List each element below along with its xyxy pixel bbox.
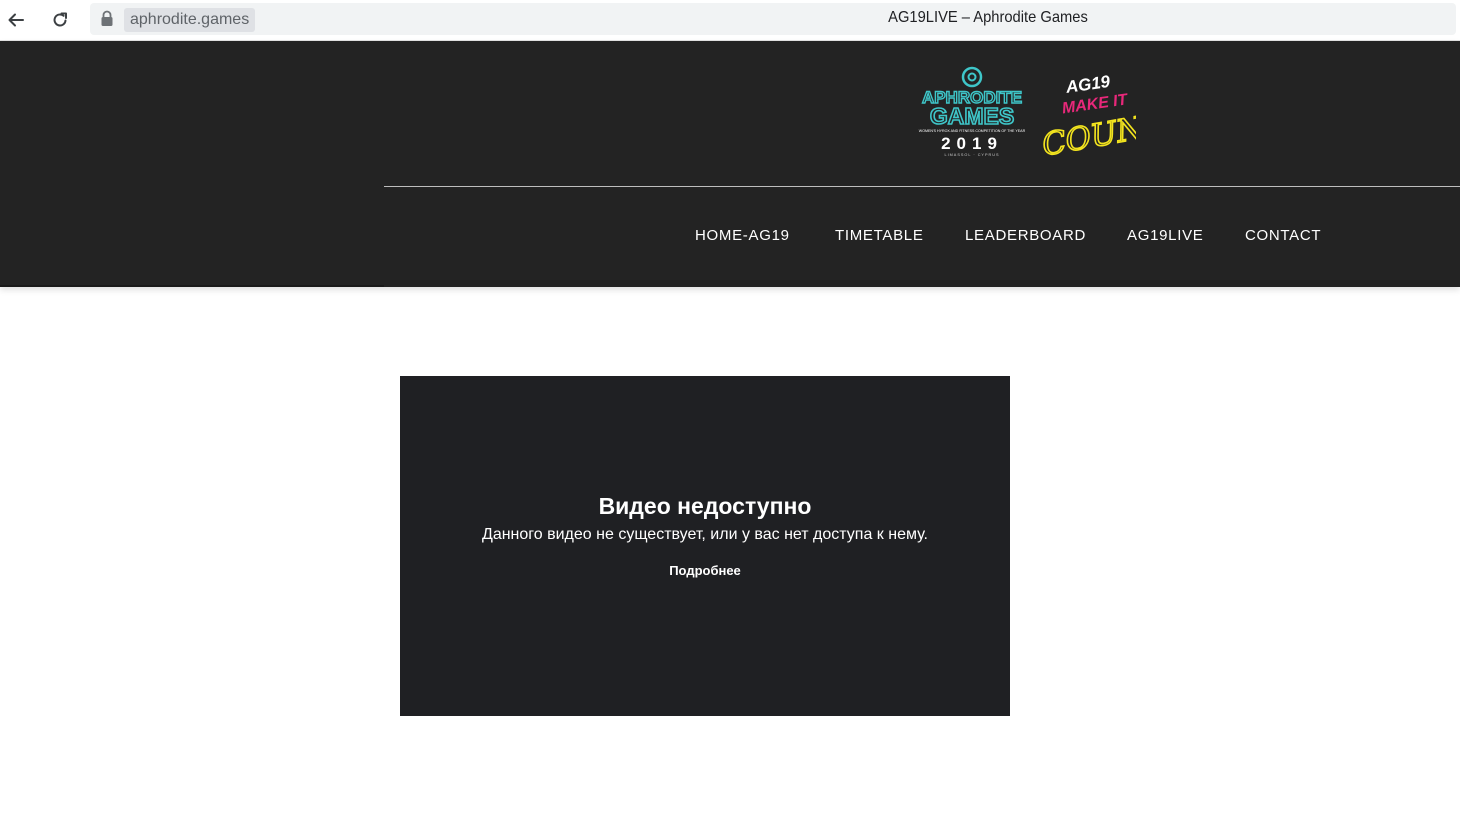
video-unavailable-message: Данного видео не существует, или у вас н…: [481, 526, 928, 543]
arrow-left-icon: [8, 13, 24, 27]
reload-icon: [53, 12, 67, 27]
logo-tagline: WOMEN'S HYROX AND FITNESS COMPETITION OF…: [919, 129, 1026, 133]
video-unavailable-title: Видео недоступно: [598, 493, 812, 519]
menu-home[interactable]: HOME-AG19: [695, 227, 790, 244]
slogan-line2: COUNT: [1040, 106, 1136, 161]
learn-more-link[interactable]: Подробнее: [400, 563, 1010, 578]
menu-contact[interactable]: CONTACT: [1245, 227, 1321, 244]
aphrodite-games-logo[interactable]: APHRODITE GAMES WOMEN'S HYROX AND FITNES…: [910, 65, 1034, 159]
tab-title: AG19LIVE – Aphrodite Games: [888, 9, 1088, 26]
video-embed[interactable]: Видео недоступно Данного видео не сущест…: [400, 376, 1010, 716]
header-edge: [0, 285, 384, 287]
reload-button[interactable]: [46, 6, 74, 34]
header-divider: [384, 186, 1460, 187]
make-it-count-logo[interactable]: AG19 MAKE IT COUNT: [1040, 69, 1136, 161]
back-button[interactable]: [2, 6, 30, 34]
browser-toolbar: aphrodite.games AG19LIVE – Aphrodite Gam…: [0, 0, 1460, 41]
slogan-tag: AG19: [1064, 72, 1112, 97]
logo-location: LIMASSOL · CYPRUS: [944, 153, 999, 157]
site-header: APHRODITE GAMES WOMEN'S HYROX AND FITNES…: [0, 41, 1460, 287]
menu-leaderboard[interactable]: LEADERBOARD: [965, 227, 1086, 244]
logo-year: 2019: [941, 134, 1003, 153]
menu-timetable[interactable]: TIMETABLE: [835, 227, 924, 244]
menu-ag19live[interactable]: AG19LIVE: [1127, 227, 1203, 244]
logo-line2: GAMES: [930, 103, 1014, 129]
main-menu: HOME-AG19 TIMETABLE LEADERBOARD AG19LIVE…: [0, 227, 1460, 251]
